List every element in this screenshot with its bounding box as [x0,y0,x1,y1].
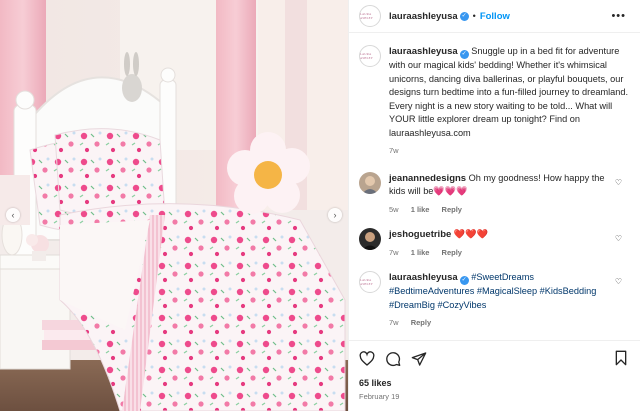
caption-meta: 7w [389,144,630,158]
verified-badge-icon: ✓ [459,276,469,285]
avatar[interactable] [359,171,381,194]
caption: LAURA ASHLEY lauraashleyusa ✓ Snuggle up … [359,45,630,158]
comment-icon[interactable] [385,351,401,367]
verified-badge-icon: ✓ [459,11,469,21]
reply-button[interactable]: Reply [442,248,462,257]
comment-time[interactable]: 7w [389,248,399,257]
avatar[interactable]: LAURA ASHLEY [359,45,381,67]
comment-emoji: 💗💗💗 [433,186,468,196]
comment-meta: 5w 1 like Reply [389,203,613,217]
instagram-post-view: ‹ › LAURA ASHLEY lauraashleyusa ✓ • Foll… [0,0,640,411]
list-item: jeanannedesigns Oh my goodness! How happ… [359,171,630,217]
avatar[interactable] [359,228,381,250]
list-item: LAURA ASHLEY lauraashleyusa ✓ #SweetDream… [359,271,630,330]
comment-time[interactable]: 7w [389,318,399,327]
post-header: LAURA ASHLEY lauraashleyusa ✓ • Follow •… [349,0,640,33]
bookmark-icon[interactable] [613,350,629,366]
comment-likes[interactable]: 1 like [411,248,430,257]
comment-username[interactable]: lauraashleyusa [389,272,458,283]
action-icons [359,350,631,368]
heart-icon[interactable]: ♡ [615,178,622,187]
header-username[interactable]: lauraashleyusa [389,11,458,22]
comment-meta: 7w Reply [389,316,613,330]
verified-badge-icon: ✓ [459,50,469,59]
user-photo-icon [359,228,381,250]
user-photo-icon [359,171,381,194]
heart-icon[interactable]: ♡ [615,234,622,243]
comment-username[interactable]: jeshoguetribe [389,229,451,240]
comment-meta: 7w 1 like Reply [389,246,613,260]
avatar[interactable]: LAURA ASHLEY [359,5,381,27]
chevron-left-icon[interactable]: ‹ [6,208,20,222]
post-actions: 65 likes February 19 [349,340,640,411]
heart-icon[interactable]: ♡ [615,277,622,286]
more-options-icon[interactable]: ••• [611,10,626,22]
share-icon[interactable] [411,351,427,367]
caption-time[interactable]: 7w [389,146,399,155]
brand-logo-mark: LAURA ASHLEY [360,12,374,20]
comment-username[interactable]: jeanannedesigns [389,173,466,184]
follow-button[interactable]: Follow [480,11,510,22]
comment-time[interactable]: 5w [389,205,399,214]
post-date: February 19 [359,392,400,401]
caption-username[interactable]: lauraashleyusa [389,46,458,57]
brand-logo-mark: LAURA ASHLEY [360,52,374,60]
caption-text: Snuggle up in a bed fit for adventure wi… [389,46,629,138]
likes-count[interactable]: 65 likes [359,378,631,388]
heart-icon[interactable] [359,351,375,367]
list-item: jeshoguetribe ❤️❤️❤️ 7w 1 like Reply ♡ [359,228,630,259]
comments-list: LAURA ASHLEY lauraashleyusa ✓ Snuggle up … [349,33,640,333]
post-photo[interactable]: ‹ › [0,0,348,411]
chevron-right-icon[interactable]: › [328,208,342,222]
comment-likes[interactable]: 1 like [411,205,430,214]
reply-button[interactable]: Reply [411,318,431,327]
avatar[interactable]: LAURA ASHLEY [359,271,381,293]
bedroom-photo-illustration [0,0,348,411]
post-side-panel: LAURA ASHLEY lauraashleyusa ✓ • Follow •… [348,0,640,411]
brand-logo-mark: LAURA ASHLEY [360,278,374,286]
separator-dot: • [472,11,476,21]
reply-button[interactable]: Reply [442,205,462,214]
comment-emoji: ❤️❤️❤️ [453,229,489,239]
